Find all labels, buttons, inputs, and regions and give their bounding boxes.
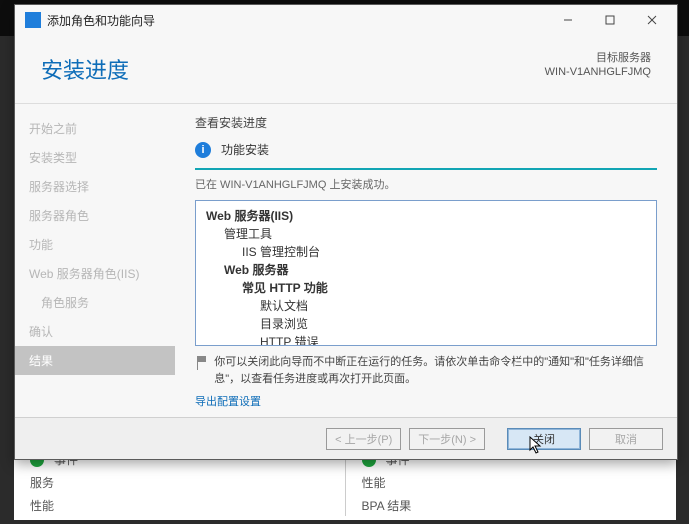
status-text: 功能安装 [221, 141, 269, 158]
nav-item[interactable]: 结果 [15, 346, 175, 375]
dash-row: 服务 [14, 471, 345, 494]
dash-label[interactable]: 服务 [30, 474, 54, 491]
dash-label[interactable]: BPA 结果 [362, 497, 412, 514]
nav-item: 服务器选择 [15, 172, 175, 201]
dash-label[interactable]: 性能 [30, 497, 54, 514]
dialog-footer: < 上一步(P) 下一步(N) > 关闭 取消 [15, 417, 677, 459]
tree-item: 常见 HTTP 功能 [242, 279, 646, 297]
close-wizard-button[interactable]: 关闭 [507, 428, 581, 450]
next-button: 下一步(N) > [409, 428, 485, 450]
dash-row: BPA 结果 [346, 494, 677, 517]
tree-item: 目录浏览 [260, 315, 646, 333]
prev-button: < 上一步(P) [326, 428, 401, 450]
export-config-link[interactable]: 导出配置设置 [195, 393, 657, 409]
dialog-titlebar[interactable]: 添加角色和功能向导 [15, 5, 677, 35]
app-icon [25, 12, 41, 28]
dash-row: 性能 [14, 494, 345, 517]
nav-item: Web 服务器角色(IIS) [15, 259, 175, 288]
progress-bar [195, 168, 657, 170]
nav-item: 开始之前 [15, 114, 175, 143]
dash-row: 性能 [346, 471, 677, 494]
section-subhead: 查看安装进度 [195, 114, 657, 131]
nav-item: 角色服务 [15, 288, 175, 317]
maximize-icon [605, 15, 615, 25]
dialog-banner: 安装进度 目标服务器 WIN-V1ANHGLFJMQ [15, 35, 677, 103]
tree-item: 默认文档 [260, 297, 646, 315]
add-roles-wizard-dialog: 添加角色和功能向导 安装进度 目标服务器 WIN-V1ANHGLFJMQ 开始之… [14, 4, 678, 460]
dash-label[interactable]: 性能 [362, 474, 386, 491]
nav-item: 安装类型 [15, 143, 175, 172]
maximize-button[interactable] [589, 6, 631, 34]
nav-item: 功能 [15, 230, 175, 259]
close-button[interactable] [631, 6, 673, 34]
minimize-icon [563, 15, 573, 25]
cancel-button: 取消 [589, 428, 663, 450]
tree-item: 管理工具 [224, 225, 646, 243]
status-row: i 功能安装 [195, 141, 657, 158]
destination-server: 目标服务器 WIN-V1ANHGLFJMQ [545, 51, 651, 80]
hint-row: 你可以关闭此向导而不中断正在运行的任务。请依次单击命令栏中的"通知"和"任务详细… [195, 354, 657, 387]
nav-item: 确认 [15, 317, 175, 346]
installed-features-tree[interactable]: Web 服务器(IIS)管理工具IIS 管理控制台Web 服务器常见 HTTP … [195, 200, 657, 346]
tree-item: IIS 管理控制台 [242, 243, 646, 261]
install-result-message: 已在 WIN-V1ANHGLFJMQ 上安装成功。 [195, 176, 657, 192]
wizard-nav: 开始之前安装类型服务器选择服务器角色功能Web 服务器角色(IIS)角色服务确认… [15, 104, 175, 415]
wizard-main: 查看安装进度 i 功能安装 已在 WIN-V1ANHGLFJMQ 上安装成功。 … [175, 104, 677, 415]
dest-label: 目标服务器 [596, 52, 651, 64]
close-icon [647, 15, 657, 25]
hint-text: 你可以关闭此向导而不中断正在运行的任务。请依次单击命令栏中的"通知"和"任务详细… [214, 354, 657, 387]
tree-item: Web 服务器(IIS) [206, 207, 646, 225]
tree-item: HTTP 错误 [260, 333, 646, 346]
nav-item: 服务器角色 [15, 201, 175, 230]
flag-icon [195, 355, 206, 371]
info-icon: i [195, 142, 211, 158]
dialog-title: 添加角色和功能向导 [47, 12, 547, 29]
minimize-button[interactable] [547, 6, 589, 34]
tree-item: Web 服务器 [224, 261, 646, 279]
dest-value: WIN-V1ANHGLFJMQ [545, 66, 651, 78]
